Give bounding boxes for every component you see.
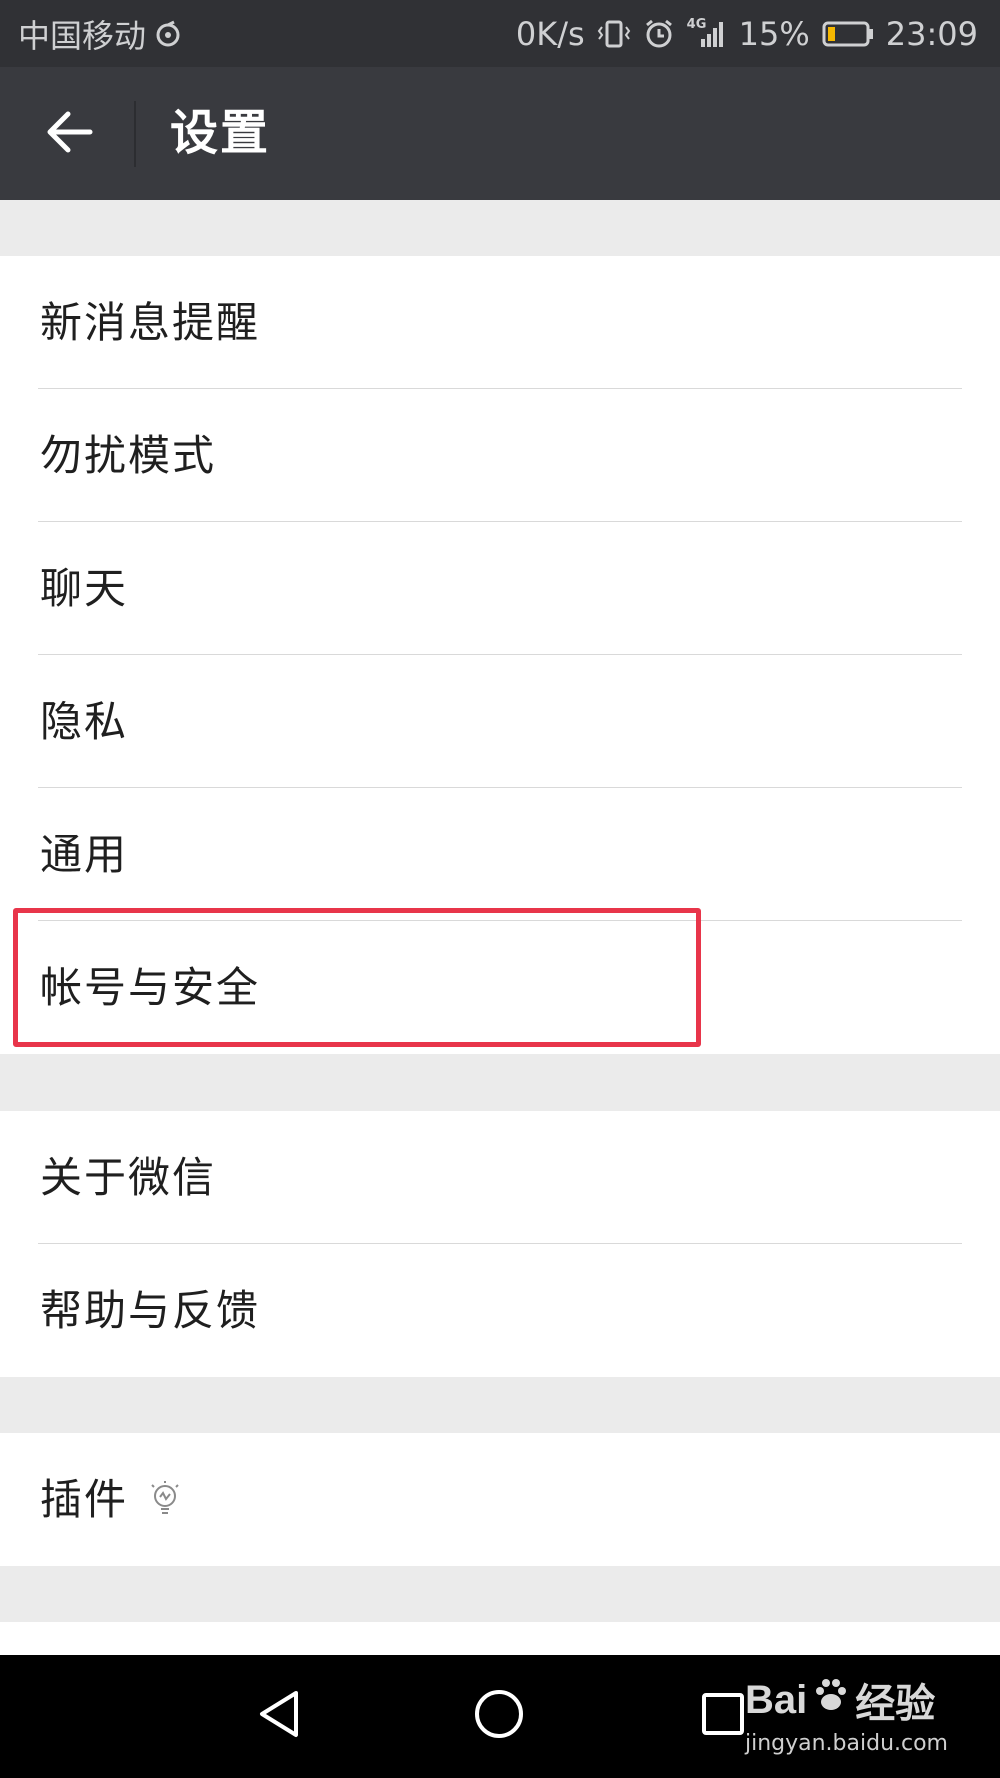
menu-item-about-wechat[interactable]: 关于微信 (0, 1111, 1000, 1244)
system-nav-bar: Bai 经验 jingyan.baidu.com (0, 1655, 1000, 1778)
menu-item-label: 隐私 (40, 697, 129, 746)
clock: 23:09 (885, 14, 978, 53)
watermark-brand-left: Bai (744, 1677, 808, 1722)
baidu-jingyan-watermark: Bai 经验 jingyan.baidu.com (744, 1671, 948, 1757)
settings-group-main: 新消息提醒 勿扰模式 聊天 隐私 通用 帐号与安全 (0, 256, 1000, 1054)
menu-item-label: 帮助与反馈 (40, 1286, 261, 1335)
settings-group-about: 关于微信 帮助与反馈 (0, 1111, 1000, 1377)
status-bar: 中国移动 0K/s 4G 15% 23:09 (0, 0, 1000, 67)
network-speed: 0K/s (515, 14, 585, 53)
triangle-back-icon (254, 1687, 304, 1745)
sync-icon (154, 20, 182, 48)
paw-icon (811, 1675, 851, 1725)
bottom-strip (0, 1622, 1000, 1655)
menu-item-label: 新消息提醒 (40, 298, 261, 347)
page-title: 设置 (170, 105, 271, 161)
battery-percent: 15% (738, 14, 810, 53)
lightbulb-icon (148, 1479, 182, 1523)
menu-item-label: 帐号与安全 (40, 963, 261, 1012)
menu-item-label: 插件 (40, 1475, 129, 1524)
carrier-label: 中国移动 (18, 16, 147, 55)
menu-item-general[interactable]: 通用 (0, 788, 1000, 921)
settings-group-plugins: 插件 (0, 1433, 1000, 1566)
back-arrow-icon (44, 110, 94, 158)
appbar-divider (134, 101, 136, 167)
menu-item-chat[interactable]: 聊天 (0, 522, 1000, 655)
menu-item-label: 通用 (40, 830, 129, 879)
menu-item-privacy[interactable]: 隐私 (0, 655, 1000, 788)
signal-icon: 4G (686, 16, 727, 49)
menu-item-account-security[interactable]: 帐号与安全 (0, 921, 1000, 1054)
vibrate-icon (597, 19, 631, 49)
menu-item-help-feedback[interactable]: 帮助与反馈 (0, 1244, 1000, 1377)
menu-item-plugins[interactable]: 插件 (0, 1433, 1000, 1566)
watermark-url: jingyan.baidu.com (744, 1731, 948, 1756)
back-button[interactable] (30, 95, 108, 173)
menu-item-label: 勿扰模式 (40, 431, 217, 480)
app-bar: 设置 (0, 67, 1000, 200)
menu-item-label: 聊天 (40, 564, 129, 613)
watermark-brand-right: 经验 (855, 1682, 936, 1726)
nav-home-button[interactable] (468, 1685, 530, 1747)
menu-item-label: 关于微信 (40, 1153, 217, 1202)
square-recents-icon (698, 1689, 748, 1743)
alarm-icon (643, 18, 675, 50)
nav-back-button[interactable] (248, 1685, 310, 1747)
network-type: 4G (686, 16, 707, 32)
circle-home-icon (472, 1687, 526, 1745)
menu-item-do-not-disturb[interactable]: 勿扰模式 (0, 389, 1000, 522)
menu-item-new-message-notify[interactable]: 新消息提醒 (0, 256, 1000, 389)
battery-icon (822, 20, 874, 48)
